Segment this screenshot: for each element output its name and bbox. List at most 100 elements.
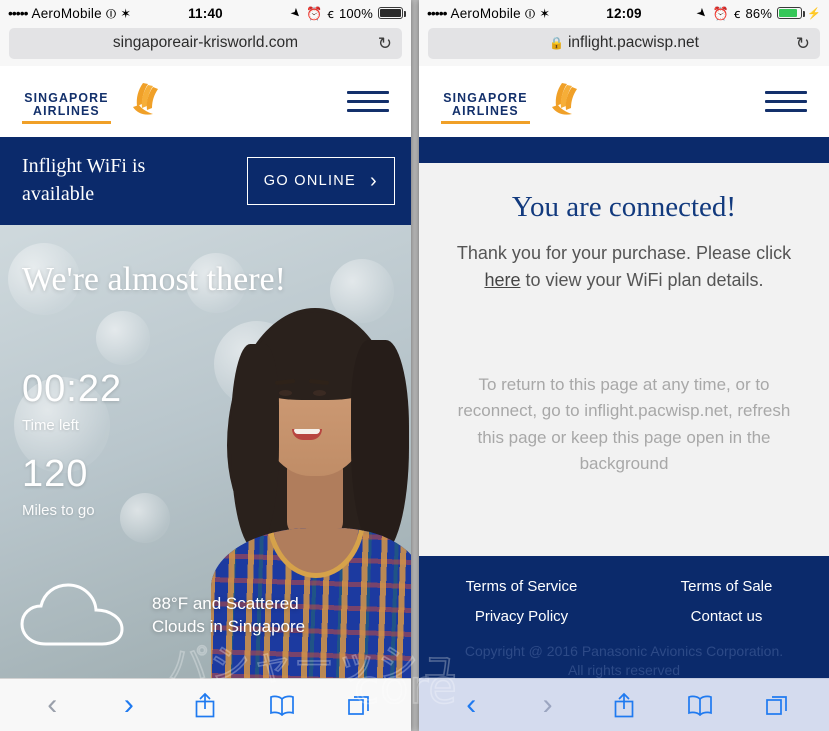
back-button[interactable]: ‹ (454, 688, 488, 722)
url-bar-right[interactable]: 🔒 inflight.pacwisp.net ↻ (419, 26, 829, 66)
wifi-icon: ⏼ (524, 5, 536, 21)
status-bar-left: ••••• AeroMobile ⏼ ✶ 11:40 ➤ ⏰ ꞓ 100% (0, 0, 411, 26)
logo-line-1: SINGAPORE (24, 89, 109, 105)
share-icon[interactable] (607, 688, 641, 722)
copyright-notice: Copyright @ 2016 Panasonic Avionics Corp… (419, 642, 829, 678)
privacy-policy-link[interactable]: Privacy Policy (475, 608, 568, 625)
sync-icon: ✶ (120, 5, 132, 21)
site-header-left: SINGAPORE AIRLINES (0, 66, 411, 137)
miles-to-go-label: Miles to go (22, 502, 95, 519)
signal-dots-icon: ••••• (427, 5, 447, 21)
bookmarks-book-icon[interactable] (265, 688, 299, 722)
stat-time-left: 00:22 Time left (22, 370, 122, 434)
inflight-wifi-banner: Inflight WiFi is available GO ONLINE › (0, 137, 411, 225)
address-field[interactable]: 🔒 inflight.pacwisp.net ↻ (428, 27, 820, 59)
flight-hero-panel: We're almost there! 00:22 Time left 120 … (0, 225, 411, 678)
alarm-icon: ⏰ (712, 5, 730, 21)
phone-left: ••••• AeroMobile ⏼ ✶ 11:40 ➤ ⏰ ꞓ 100% si… (0, 0, 411, 731)
weather-line-2: Clouds in Singapore (152, 617, 306, 636)
go-online-label: GO ONLINE (263, 173, 357, 189)
reload-icon[interactable]: ↻ (378, 35, 392, 52)
tabs-icon[interactable] (342, 688, 376, 722)
battery-icon (777, 7, 806, 19)
connected-panel: You are connected! Thank you for your pu… (419, 163, 829, 556)
reload-icon[interactable]: ↻ (796, 35, 810, 52)
logo-underline (441, 121, 530, 124)
url-text: inflight.pacwisp.net (567, 34, 699, 51)
thanks-text-after: to view your WiFi plan details. (520, 270, 764, 290)
footer-column-2: Terms of Sale Contact us (624, 578, 829, 625)
carrier-label: AeroMobile (450, 5, 521, 21)
logo-line-1: SINGAPORE (443, 89, 528, 105)
safari-toolbar-left: ‹ › (0, 678, 411, 731)
page-content-right: SINGAPORE AIRLINES You are connected! Th… (419, 66, 829, 678)
page-content-left: SINGAPORE AIRLINES Inflight WiFi is avai… (0, 66, 411, 678)
wifi-banner-line-2: available (22, 183, 95, 205)
terms-of-sale-link[interactable]: Terms of Sale (681, 578, 773, 595)
battery-percent-label: 86% (745, 5, 773, 21)
bluetooth-icon: ꞓ (327, 5, 334, 21)
contact-us-link[interactable]: Contact us (691, 608, 763, 625)
wifi-banner-line-1: Inflight WiFi is (22, 155, 146, 178)
tabs-icon[interactable] (760, 688, 794, 722)
copyright-line-1: Copyright @ 2016 Panasonic Avionics Corp… (464, 643, 784, 659)
stat-miles-to-go: 120 Miles to go (22, 455, 95, 519)
hero-title: We're almost there! (22, 261, 286, 298)
forward-button[interactable]: › (112, 688, 146, 722)
logo-line-2: AIRLINES (33, 103, 100, 119)
terms-of-service-link[interactable]: Terms of Service (466, 578, 578, 595)
weather-line-1: 88°F and Scattered (152, 594, 299, 614)
time-left-value: 00:22 (22, 368, 123, 410)
cloud-icon (20, 583, 124, 646)
singapore-airlines-logo[interactable]: SINGAPORE AIRLINES (441, 80, 580, 124)
wifi-plan-details-link[interactable]: here (484, 270, 520, 290)
page-title: You are connected! (511, 191, 737, 223)
forward-button[interactable]: › (531, 688, 565, 722)
alarm-icon: ⏰ (306, 5, 323, 21)
back-button[interactable]: ‹ (35, 688, 69, 722)
screenshot-stage: ••••• AeroMobile ⏼ ✶ 11:40 ➤ ⏰ ꞓ 100% si… (0, 0, 829, 731)
footer-column-1: Terms of Service Privacy Policy (419, 578, 624, 625)
hamburger-menu-icon[interactable] (347, 91, 389, 112)
weather-block: 88°F and Scattered Clouds in Singapore (18, 582, 397, 650)
logo-line-2: AIRLINES (452, 103, 519, 119)
singapore-airlines-bird-icon (551, 82, 577, 115)
lock-icon: 🔒 (549, 36, 564, 50)
wifi-banner-message: Inflight WiFi is available (22, 153, 145, 208)
time-left-label: Time left (22, 417, 79, 434)
sync-icon: ✶ (539, 5, 551, 21)
bookmarks-book-icon[interactable] (683, 688, 717, 722)
safari-toolbar-right: ‹ › (419, 678, 829, 731)
carrier-label: AeroMobile (31, 5, 102, 21)
wifi-icon: ⏼ (105, 5, 117, 21)
navy-divider-strip (419, 137, 829, 163)
phone-gutter (411, 0, 419, 731)
address-field[interactable]: singaporeair-krisworld.com ↻ (9, 27, 402, 59)
miles-to-go-value: 120 (22, 453, 89, 495)
return-instructions: To return to this page at any time, or t… (457, 375, 791, 474)
go-online-button[interactable]: GO ONLINE › (246, 157, 395, 205)
singapore-airlines-logo[interactable]: SINGAPORE AIRLINES (22, 80, 161, 124)
location-arrow-icon: ➤ (693, 4, 712, 22)
charging-bolt-icon: ⚡ (807, 7, 821, 20)
site-header-right: SINGAPORE AIRLINES (419, 66, 829, 137)
url-bar-left[interactable]: singaporeair-krisworld.com ↻ (0, 26, 411, 66)
share-icon[interactable] (188, 688, 222, 722)
singapore-airlines-bird-icon (132, 82, 158, 115)
signal-dots-icon: ••••• (8, 5, 28, 21)
thanks-message: Thank you for your purchase. Please clic… (449, 240, 799, 294)
site-footer: Terms of Service Privacy Policy Terms of… (419, 556, 829, 678)
bluetooth-icon: ꞓ (734, 5, 741, 21)
logo-underline (22, 121, 111, 124)
battery-percent-label: 100% (338, 5, 373, 21)
battery-icon (378, 7, 406, 19)
url-text: singaporeair-krisworld.com (112, 34, 299, 51)
weather-text: 88°F and Scattered Clouds in Singapore (152, 593, 305, 639)
location-arrow-icon: ➤ (287, 4, 305, 22)
thanks-text-before: Thank you for your purchase. Please clic… (456, 243, 792, 263)
chevron-right-icon: › (370, 170, 378, 192)
status-bar-right: ••••• AeroMobile ⏼ ✶ 12:09 ➤ ⏰ ꞓ 86% ⚡ (419, 0, 829, 26)
phone-right: ••••• AeroMobile ⏼ ✶ 12:09 ➤ ⏰ ꞓ 86% ⚡ 🔒… (419, 0, 829, 731)
copyright-line-2: All rights reserved (567, 661, 681, 678)
hamburger-menu-icon[interactable] (765, 91, 807, 112)
